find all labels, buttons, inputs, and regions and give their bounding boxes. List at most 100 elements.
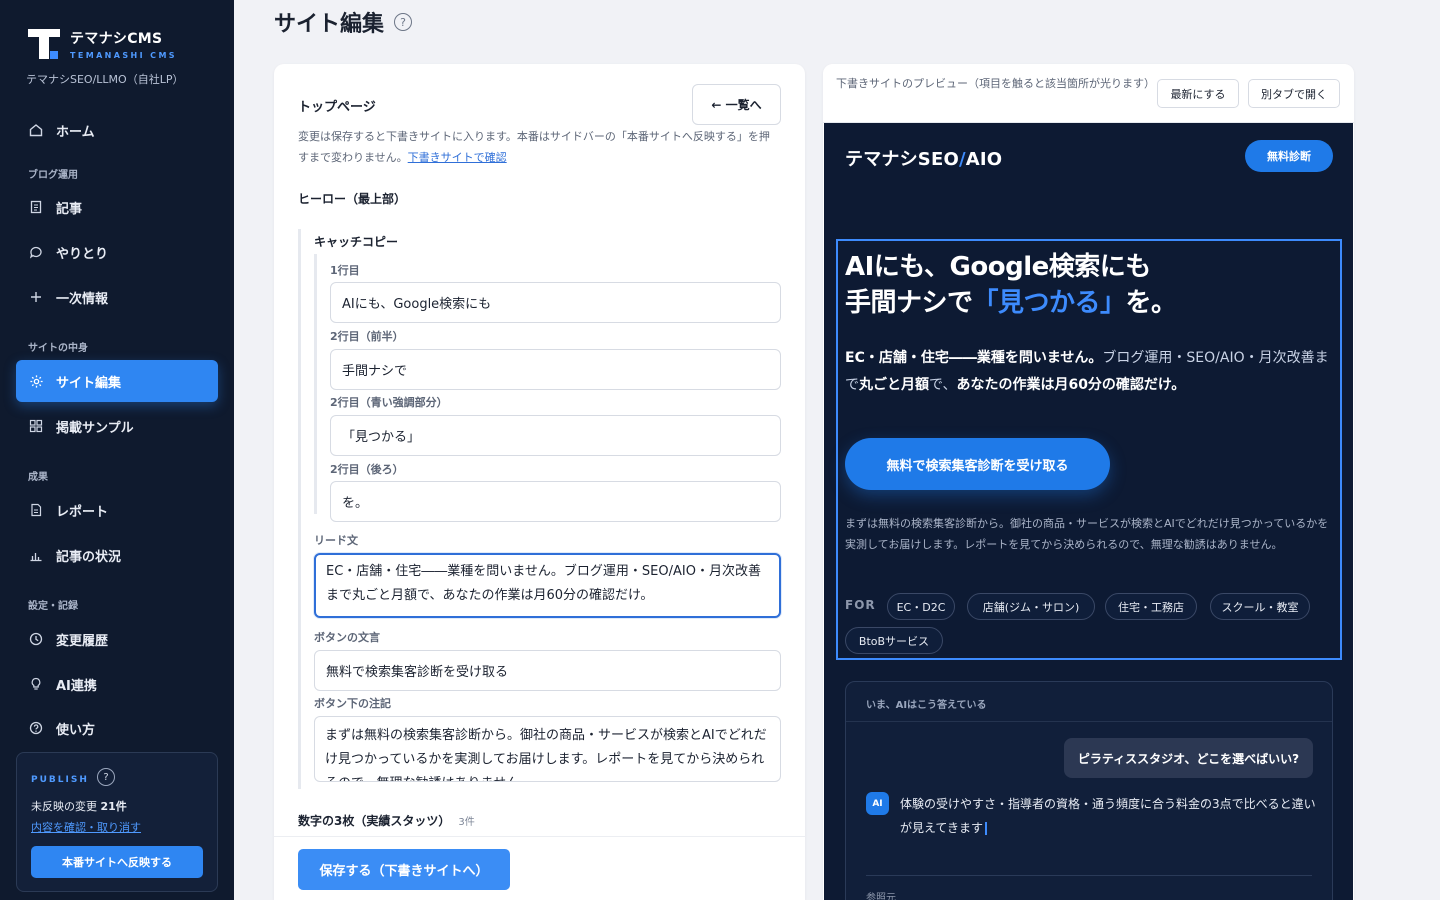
lead-label: リード文 [314, 534, 358, 547]
sidebar-item-label: やりとり [56, 246, 109, 262]
sidebar-item-label: 記事の状況 [56, 549, 122, 565]
nav-section-blog: ブログ運用 [28, 170, 78, 181]
report-icon [28, 502, 44, 518]
page-title: サイト編集 ? [274, 6, 413, 38]
section-hero: ヒーロー（最上部） [298, 192, 407, 206]
ai-answer-card: いま、AIはこう答えている ピラティススタジオ、どこを選べばいい? AI 体験の… [845, 681, 1333, 900]
button-note-textarea[interactable]: まずは無料の検索集客診断から。御社の商品・サービスが検索とAIでどれだけ見つかっ… [314, 716, 781, 782]
back-to-list-button[interactable]: ← 一覧へ [692, 84, 781, 125]
for-label: FOR [845, 598, 876, 612]
divider [866, 875, 1312, 876]
preview-header: 下書きサイトのプレビュー（項目を触ると該当箇所が光ります） 最新にする 別タブで… [823, 64, 1354, 123]
publish-help-icon[interactable]: ? [97, 768, 115, 786]
draft-site-link[interactable]: 下書きサイトで確認 [408, 151, 507, 164]
gear-icon [28, 373, 44, 389]
open-new-tab-button[interactable]: 別タブで開く [1248, 79, 1340, 108]
hero-note: まずは無料の検索集客診断から。御社の商品・サービスが検索とAIでどれだけ見つかっ… [845, 517, 1329, 551]
industry-tag: BtoBサービス [845, 627, 943, 654]
publish-button[interactable]: 本番サイトへ反映する [31, 846, 203, 878]
subgroup-rail [314, 254, 317, 514]
lead-textarea[interactable]: EC・店舗・住宅――業種を問いません。ブログ運用・SEO/AIO・月次改善まで丸… [314, 553, 781, 618]
sidebar-item-label: 一次情報 [56, 291, 109, 307]
help-icon[interactable]: ? [394, 13, 413, 31]
industry-tag: スクール・教室 [1210, 593, 1310, 620]
hero-headline: AIにも、Google検索にも 手間ナシで「見つかる」を。 [845, 252, 1177, 318]
site-name: テマナシSEO/LLMO（自社LP） [26, 73, 184, 86]
save-button[interactable]: 保存する（下書きサイトへ） [298, 849, 510, 890]
sidebar-item-how-to[interactable]: 使い方 [16, 707, 218, 749]
preview-logo[interactable]: テマナシSEO/AIO [845, 145, 1002, 171]
nav-section-site: サイトの中身 [28, 343, 88, 354]
sidebar-item-primary-info[interactable]: 一次情報 [16, 276, 218, 318]
editor-panel: トップページ ← 一覧へ 変更は保存すると下書きサイトに入ります。本番はサイドバ… [274, 64, 805, 900]
sidebar-item-label: レポート [56, 504, 109, 520]
document-icon [28, 199, 44, 215]
hero-lead: EC・店舗・住宅――業種を問いません。ブログ運用・SEO/AIO・月次改善まで丸… [845, 350, 1329, 393]
sidebar-item-reports[interactable]: レポート [16, 489, 218, 531]
editor-title: トップページ [298, 100, 376, 115]
catchcopy-group-title: キャッチコピー [314, 235, 399, 249]
lightbulb-icon [28, 676, 44, 692]
editor-description: 変更は保存すると下書きサイトに入ります。本番はサイドバーの「本番サイトへ反映する… [298, 130, 770, 164]
line2c-input[interactable]: を。 [330, 481, 781, 522]
sidebar-item-label: ホーム [56, 124, 95, 140]
sidebar-item-label: 掲載サンプル [56, 420, 134, 436]
review-changes-link[interactable]: 内容を確認・取り消す [31, 819, 141, 835]
industry-tag: 住宅・工務店 [1105, 593, 1197, 620]
nav-section-settings: 設定・記録 [28, 601, 78, 612]
logo-subtitle: TEMANASHI CMS [70, 51, 177, 60]
preview-note: 下書きサイトのプレビュー（項目を触ると該当箇所が光ります） [836, 77, 1155, 90]
logo-mark-icon [28, 29, 60, 59]
sidebar-item-samples[interactable]: 掲載サンプル [16, 405, 218, 447]
sidebar-item-article-status[interactable]: 記事の状況 [16, 534, 218, 576]
plus-icon [28, 289, 44, 305]
industry-tag: 店舗(ジム・サロン) [967, 593, 1095, 620]
bar-chart-icon [28, 547, 44, 563]
grid-icon [28, 418, 44, 434]
ai-card-title: いま、AIはこう答えている [866, 700, 987, 711]
logo-title: テマナシCMS [70, 31, 163, 47]
stats-count: 3件 [458, 817, 475, 828]
line1-input[interactable]: AIにも、Google検索にも [330, 282, 781, 323]
line2b-input[interactable]: 「見つかる」 [330, 415, 781, 456]
sidebar-item-home[interactable]: ホーム [16, 109, 218, 151]
typing-caret [985, 822, 988, 835]
button-note-label: ボタン下の注記 [314, 697, 391, 710]
save-bar: 保存する（下書きサイトへ） [274, 836, 805, 900]
line1-label: 1行目 [330, 264, 360, 277]
preview-hero-highlight: AIにも、Google検索にも 手間ナシで「見つかる」を。 EC・店舗・住宅――… [836, 239, 1342, 660]
pending-changes-count: 未反映の変更 21件 [31, 800, 127, 813]
line2a-input[interactable]: 手間ナシで [330, 349, 781, 390]
group-rail [298, 229, 301, 789]
sidebar: テマナシCMS TEMANASHI CMS テマナシSEO/LLMO（自社LP）… [0, 0, 234, 900]
sidebar-item-conversations[interactable]: やりとり [16, 231, 218, 273]
publish-label: PUBLISH [31, 775, 89, 785]
chat-icon [28, 244, 44, 260]
ai-reference-label: 参照元 [866, 893, 896, 900]
sidebar-item-label: 使い方 [56, 722, 96, 738]
ai-card-header: いま、AIはこう答えている [846, 682, 1332, 722]
sidebar-item-label: AI連携 [56, 678, 97, 694]
ai-question-bubble: ピラティススタジオ、どこを選べばいい? [1064, 738, 1313, 778]
sidebar-item-label: 記事 [56, 201, 83, 217]
help-icon [28, 720, 44, 736]
industry-tag: EC・D2C [887, 593, 955, 620]
line2a-label: 2行目（前半） [330, 330, 404, 343]
line2c-label: 2行目（後ろ） [330, 463, 404, 476]
clock-icon [28, 631, 44, 647]
preview-top-cta-button[interactable]: 無料診断 [1245, 140, 1333, 172]
publish-panel: PUBLISH ? 未反映の変更 21件 内容を確認・取り消す 本番サイトへ反映… [16, 752, 218, 892]
section-stats: 数字の3枚（実績スタッツ） 3件 [298, 814, 475, 828]
sidebar-item-ai-link[interactable]: AI連携 [16, 663, 218, 705]
hero-cta-button[interactable]: 無料で検索集客診断を受け取る [845, 438, 1110, 490]
logo[interactable]: テマナシCMS TEMANASHI CMS [28, 28, 177, 60]
button-text-label: ボタンの文言 [314, 631, 380, 644]
ai-badge-icon: AI [866, 792, 889, 815]
sidebar-item-history[interactable]: 変更履歴 [16, 618, 218, 660]
refresh-button[interactable]: 最新にする [1157, 79, 1239, 108]
sidebar-item-label: サイト編集 [56, 375, 122, 391]
button-text-input[interactable]: 無料で検索集客診断を受け取る [314, 650, 781, 691]
preview-panel: 下書きサイトのプレビュー（項目を触ると該当箇所が光ります） 最新にする 別タブで… [823, 64, 1354, 900]
sidebar-item-site-edit[interactable]: サイト編集 [16, 360, 218, 402]
sidebar-item-articles[interactable]: 記事 [16, 186, 218, 228]
